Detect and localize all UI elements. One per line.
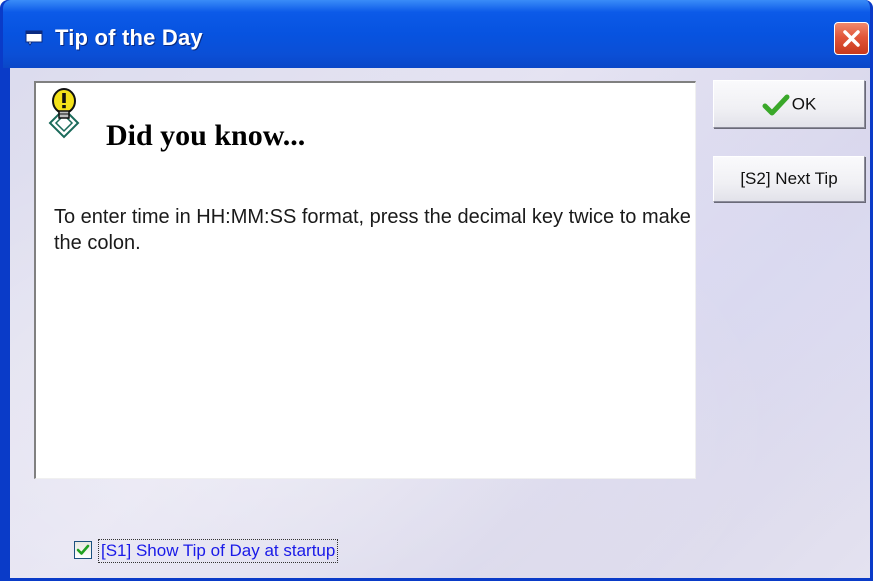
title-bar[interactable]: Tip of the Day (3, 0, 870, 68)
tip-heading: Did you know... (106, 119, 306, 152)
dialog-body: Did you know... To enter time in HH:MM:S… (10, 68, 870, 578)
note-icon (25, 30, 43, 46)
show-at-startup-label[interactable]: [S1] Show Tip of Day at startup (98, 539, 339, 563)
checkmark-icon (762, 94, 790, 116)
window-title: Tip of the Day (55, 25, 203, 50)
tip-panel: Did you know... To enter time in HH:MM:S… (34, 81, 696, 479)
ok-button[interactable]: OK (713, 80, 865, 128)
close-button[interactable] (834, 22, 869, 55)
show-at-startup-checkbox[interactable] (74, 541, 92, 559)
close-icon (843, 30, 860, 47)
tip-text: To enter time in HH:MM:SS format, press … (54, 206, 691, 254)
ok-label: OK (791, 94, 817, 114)
checkmark-icon (76, 544, 90, 555)
tip-of-the-day-window: Tip of the Day Did you know... To enter (0, 0, 873, 581)
lightbulb-icon (48, 88, 80, 139)
next-tip-button[interactable]: [S2] Next Tip (713, 156, 865, 202)
